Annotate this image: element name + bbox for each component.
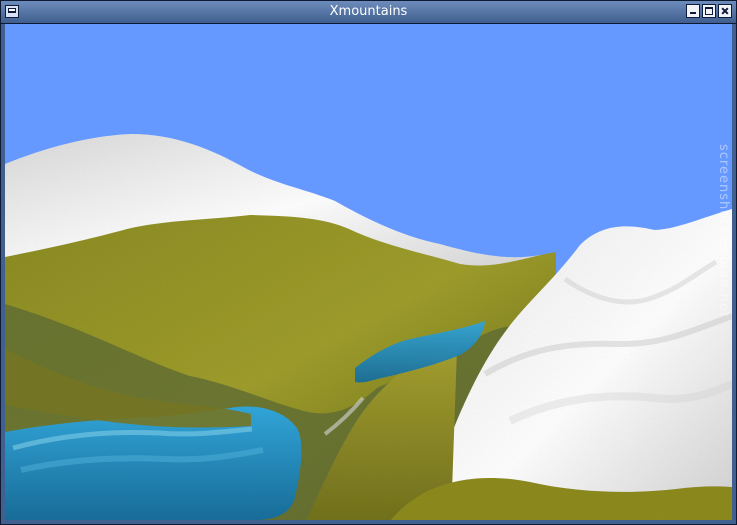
app-window: Xmountains screenshots.debian.net <box>0 0 737 525</box>
window-controls <box>686 4 732 18</box>
watermark-text: screenshots.debian.net <box>716 144 731 318</box>
close-button[interactable] <box>718 4 732 18</box>
minimize-button[interactable] <box>686 4 700 18</box>
mountain-viewport: screenshots.debian.net <box>5 24 732 520</box>
title-bar[interactable]: Xmountains <box>1 1 736 24</box>
mountain-scene <box>5 24 732 520</box>
window-title: Xmountains <box>329 4 408 19</box>
maximize-button[interactable] <box>702 4 716 18</box>
